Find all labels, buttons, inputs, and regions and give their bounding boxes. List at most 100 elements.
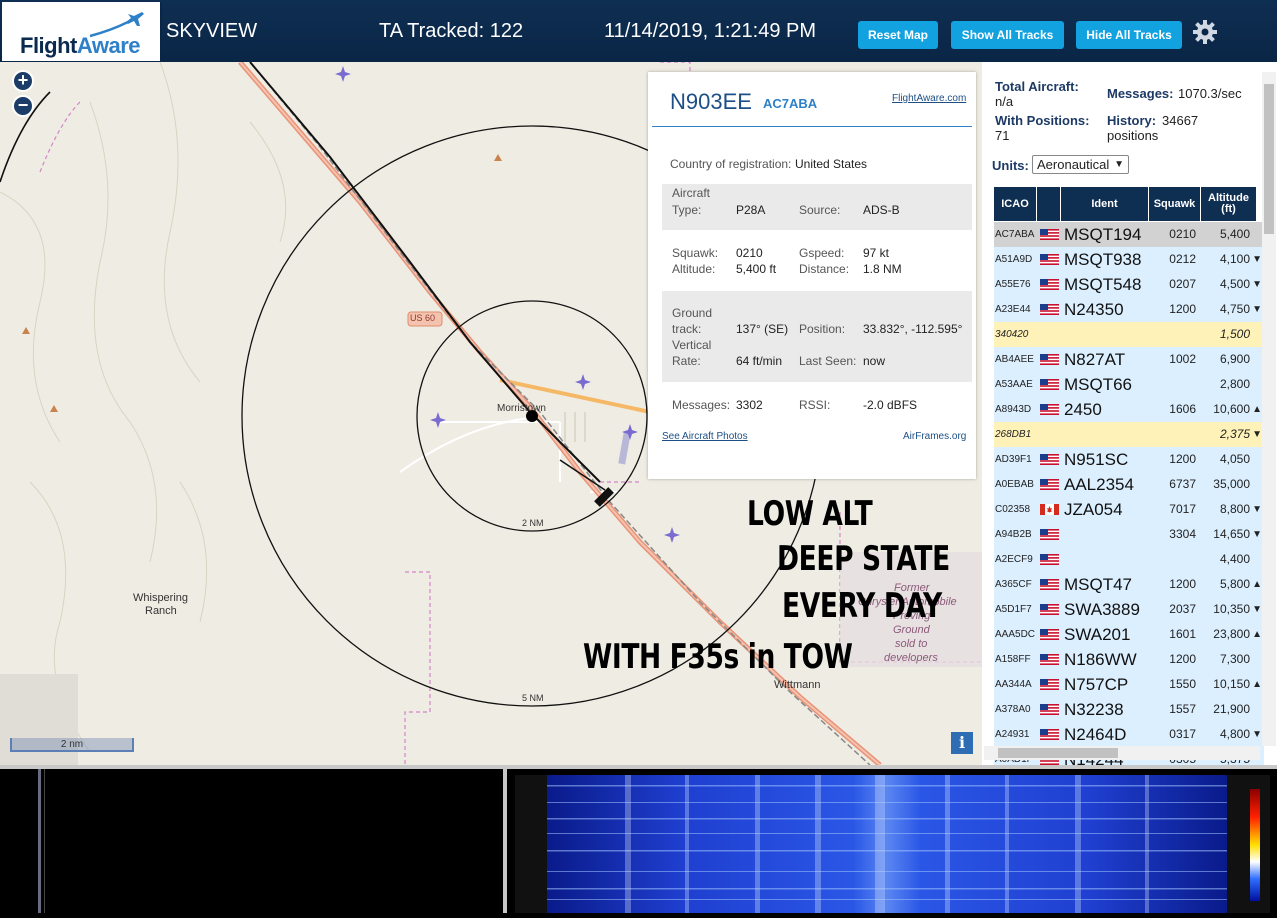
cell-squawk: 0212	[1169, 252, 1196, 266]
col-header-altitude[interactable]: Altitude (ft)	[1201, 187, 1256, 221]
table-row[interactable]: AB4AEE N827AT 1002 6,900	[994, 347, 1264, 372]
cell-flag	[1037, 722, 1060, 747]
col-header-squawk[interactable]: Squawk	[1149, 187, 1200, 221]
table-row[interactable]: AD39F1 N951SC 1200 4,050	[994, 447, 1264, 472]
datetime: 11/14/2019, 1:21:49 PM	[604, 20, 817, 42]
col-header-icao[interactable]: ICAO	[994, 187, 1036, 221]
reset-map-button[interactable]: Reset Map	[858, 21, 938, 49]
table-row[interactable]: AA344A N757CP 1550 10,150 ▲	[994, 672, 1264, 697]
zoom-in-button[interactable]: +	[12, 70, 34, 92]
cell-altitude-value: 5,400	[1219, 227, 1250, 241]
table-row[interactable]: A2ECF9 4,400	[994, 547, 1264, 572]
cell-ident	[1062, 322, 1148, 347]
altitude-trend-icon: ▼	[1252, 604, 1262, 615]
gear-icon[interactable]	[1192, 19, 1218, 45]
altitude-trend-icon: ▼	[1252, 254, 1262, 265]
cell-squawk	[1150, 547, 1200, 572]
aircraft-list-panel: Total Aircraft: n/a Messages: 1070.3/sec…	[982, 62, 1277, 772]
cell-squawk: 1200	[1169, 577, 1196, 591]
flightaware-logo[interactable]: FlightAware	[2, 2, 162, 61]
cell-icao: A51A9D	[995, 254, 1033, 265]
cell-altitude: 4,400	[1202, 547, 1264, 572]
table-row[interactable]: A158FF N186WW 1200 7,300	[994, 647, 1264, 672]
cell-altitude-value: 10,150	[1213, 677, 1250, 691]
flightaware-link[interactable]: FlightAware.com	[892, 93, 966, 104]
altitude-trend-icon: ▼	[1252, 729, 1262, 740]
altitude-trend-icon: ▼	[1252, 304, 1262, 315]
cell-altitude-value: 6,900	[1219, 352, 1250, 366]
table-row[interactable]: 268DB1 2,375 ▼	[994, 422, 1264, 447]
us-flag-icon	[1040, 279, 1059, 290]
table-row[interactable]: A55E76 MSQT548 0207 4,500 ▼	[994, 272, 1264, 297]
table-row[interactable]: A365CF MSQT47 1200 5,800 ▲	[994, 572, 1264, 597]
info-button[interactable]: i	[951, 732, 973, 754]
us-flag-icon	[1040, 379, 1059, 390]
vertical-scrollbar[interactable]	[1262, 72, 1276, 746]
cell-altitude-value: 4,750	[1219, 302, 1250, 316]
cell-squawk: 1200	[1169, 302, 1196, 316]
position-value: 33.832°, -112.595°	[863, 322, 963, 336]
cell-flag	[1037, 222, 1060, 247]
table-row[interactable]: 340420 1,500	[994, 322, 1264, 347]
col-header-flag[interactable]	[1037, 187, 1060, 221]
horizontal-scrollbar[interactable]	[984, 746, 1260, 760]
source-value: ADS-B	[863, 203, 900, 217]
altitude-trend-icon: ▼	[1252, 504, 1262, 515]
horizontal-scrollbar-thumb[interactable]	[998, 748, 1118, 758]
popup-registration: N903EE	[670, 89, 752, 114]
distance-label: Distance:	[799, 262, 850, 276]
units-select[interactable]: Aeronautical ▼	[1032, 155, 1129, 174]
table-row[interactable]: A53AAE MSQT66 2,800	[994, 372, 1264, 397]
cell-ident: N2464D	[1064, 725, 1127, 744]
altitude-trend-icon: ▲	[1252, 629, 1262, 640]
table-row[interactable]: A0EBAB AAL2354 6737 35,000	[994, 472, 1264, 497]
cell-squawk: 1550	[1169, 677, 1196, 691]
cell-ident: MSQT548	[1064, 275, 1142, 294]
table-row[interactable]: AC7ABA MSQT194 0210 5,400	[994, 222, 1264, 247]
cell-flag	[1037, 272, 1060, 297]
cell-altitude: 4,500 ▼	[1202, 272, 1264, 297]
waterfall-canvas	[547, 775, 1260, 913]
col-header-ident[interactable]: Ident	[1061, 187, 1148, 221]
hide-all-tracks-button[interactable]: Hide All Tracks	[1076, 21, 1182, 49]
table-row[interactable]: A51A9D MSQT938 0212 4,100 ▼	[994, 247, 1264, 272]
cell-squawk: 1200	[1169, 452, 1196, 466]
zoom-out-button[interactable]: −	[12, 95, 34, 117]
aircraft-photos-link[interactable]: See Aircraft Photos	[662, 431, 748, 442]
cell-altitude: 2,800	[1202, 372, 1264, 397]
us-flag-icon	[1040, 454, 1059, 465]
airframes-link[interactable]: AirFrames.org	[903, 431, 966, 442]
cell-icao: AAA5DC	[995, 629, 1036, 640]
cell-icao: 268DB1	[995, 429, 1032, 440]
table-row[interactable]: C02358 JZA054 7017 8,800 ▼	[994, 497, 1264, 522]
cell-flag	[1037, 547, 1060, 572]
scale-bar: 2 nm	[10, 738, 134, 752]
left-trace-line	[38, 769, 41, 913]
table-row[interactable]: A23E44 N24350 1200 4,750 ▼	[994, 297, 1264, 322]
aircraft-type-value: P28A	[736, 203, 766, 217]
town-label: Morristown	[497, 403, 546, 414]
table-row[interactable]: AAA5DC SWA201 1601 23,800 ▲	[994, 622, 1264, 647]
cell-altitude: 1,500	[1202, 322, 1264, 347]
cell-icao: A53AAE	[995, 379, 1033, 390]
table-row[interactable]: A94B2B 3304 14,650 ▼	[994, 522, 1264, 547]
app-name: SKYVIEW	[166, 20, 258, 42]
history-value: 34667	[1162, 113, 1199, 128]
messages-rate-label: Messages:	[1107, 86, 1174, 101]
ground-track-value: 137° (SE)	[736, 322, 789, 336]
messages-value: 3302	[736, 398, 763, 412]
altitude-label: Altitude:	[672, 262, 716, 276]
table-row[interactable]: A24931 N2464D 0317 4,800 ▼	[994, 722, 1264, 747]
table-row[interactable]: A378A0 N32238 1557 21,900	[994, 697, 1264, 722]
table-row[interactable]: A8943D 2450 1606 10,600 ▲	[994, 397, 1264, 422]
cell-icao: A8943D	[995, 404, 1032, 415]
table-row[interactable]: A5D1F7 SWA3889 2037 10,350 ▼	[994, 597, 1264, 622]
vertical-scrollbar-thumb[interactable]	[1264, 84, 1274, 234]
show-all-tracks-button[interactable]: Show All Tracks	[951, 21, 1064, 49]
altitude-trend-icon: ▼	[1252, 279, 1262, 290]
cell-icao: AD39F1	[995, 454, 1032, 465]
us-flag-icon	[1040, 529, 1059, 540]
cell-squawk: 0207	[1169, 277, 1196, 291]
cell-altitude-value: 5,800	[1219, 577, 1250, 591]
logo-plane-icon	[89, 12, 144, 38]
